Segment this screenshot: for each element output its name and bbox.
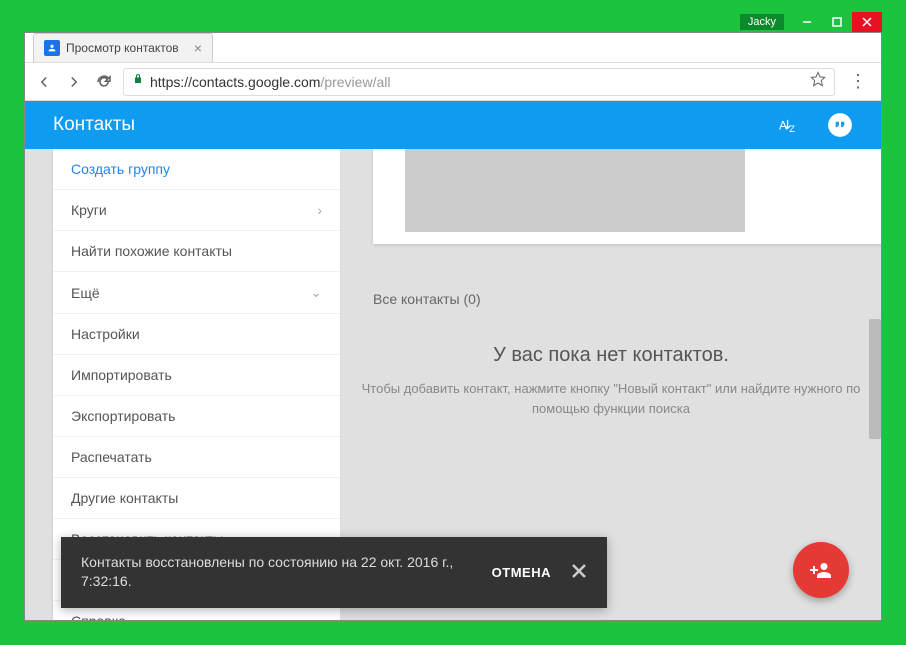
toast-notification: Контакты восстановлены по состоянию на 2… [61,537,607,608]
window-frame: Jacky Просмотр контактов × https://conta… [0,0,906,645]
add-contact-fab[interactable] [793,542,849,598]
empty-state: У вас пока нет контактов. Чтобы добавить… [341,344,881,418]
empty-title: У вас пока нет контактов. [341,344,881,367]
sidebar-item-import[interactable]: Импортировать [53,355,340,396]
chevron-down-icon: ⌄ [310,284,322,301]
forward-button[interactable] [63,71,85,93]
page-content: Контакты AZ Создать группу Круги› Найти … [25,101,881,620]
url-text: https://contacts.google.com/preview/all [150,74,804,90]
titlebar: Jacky [740,12,882,32]
browser-window: Просмотр контактов × https://contacts.go… [24,32,882,621]
scrollbar[interactable] [869,319,881,439]
card-placeholder [405,149,745,232]
reload-button[interactable] [93,71,115,93]
browser-menu-icon[interactable]: ⋮ [843,71,873,92]
toast-close-icon[interactable] [571,563,587,582]
app-header: Контакты AZ [25,101,881,149]
url-input[interactable]: https://contacts.google.com/preview/all [123,68,835,96]
contact-card [373,149,881,244]
sort-az-icon[interactable]: AZ [779,115,803,135]
sidebar-item-settings[interactable]: Настройки [53,314,340,355]
tab-favicon-icon [44,40,60,56]
sidebar-item-export[interactable]: Экспортировать [53,396,340,437]
svg-text:A: A [779,118,787,132]
contacts-count-label: Все контакты (0) [373,291,481,307]
sidebar-item-circles[interactable]: Круги› [53,190,340,231]
browser-tab[interactable]: Просмотр контактов × [33,33,213,62]
sidebar-item-other-contacts[interactable]: Другие контакты [53,478,340,519]
address-bar: https://contacts.google.com/preview/all … [25,63,881,101]
app-title: Контакты [53,114,135,136]
user-badge: Jacky [740,14,784,30]
sidebar-item-more[interactable]: Ещё⌄ [53,272,340,314]
tab-title: Просмотр контактов [66,41,179,55]
toast-undo-button[interactable]: ОТМЕНА [492,565,551,580]
maximize-button[interactable] [822,12,852,32]
sidebar-item-print[interactable]: Распечатать [53,437,340,478]
tab-close-icon[interactable]: × [194,40,202,56]
minimize-button[interactable] [792,12,822,32]
toast-message: Контакты восстановлены по состоянию на 2… [81,553,492,592]
chevron-right-icon: › [317,202,322,218]
sidebar-item-create-group[interactable]: Создать группу [53,149,340,190]
bookmark-star-icon[interactable] [810,71,826,92]
sidebar-item-find-similar[interactable]: Найти похожие контакты [53,231,340,272]
back-button[interactable] [33,71,55,93]
tab-strip: Просмотр контактов × [25,33,881,63]
hangouts-icon[interactable] [827,112,853,138]
lock-icon [132,72,144,91]
close-button[interactable] [852,12,882,32]
empty-subtitle: Чтобы добавить контакт, нажмите кнопку "… [341,379,881,418]
svg-text:Z: Z [789,123,795,134]
